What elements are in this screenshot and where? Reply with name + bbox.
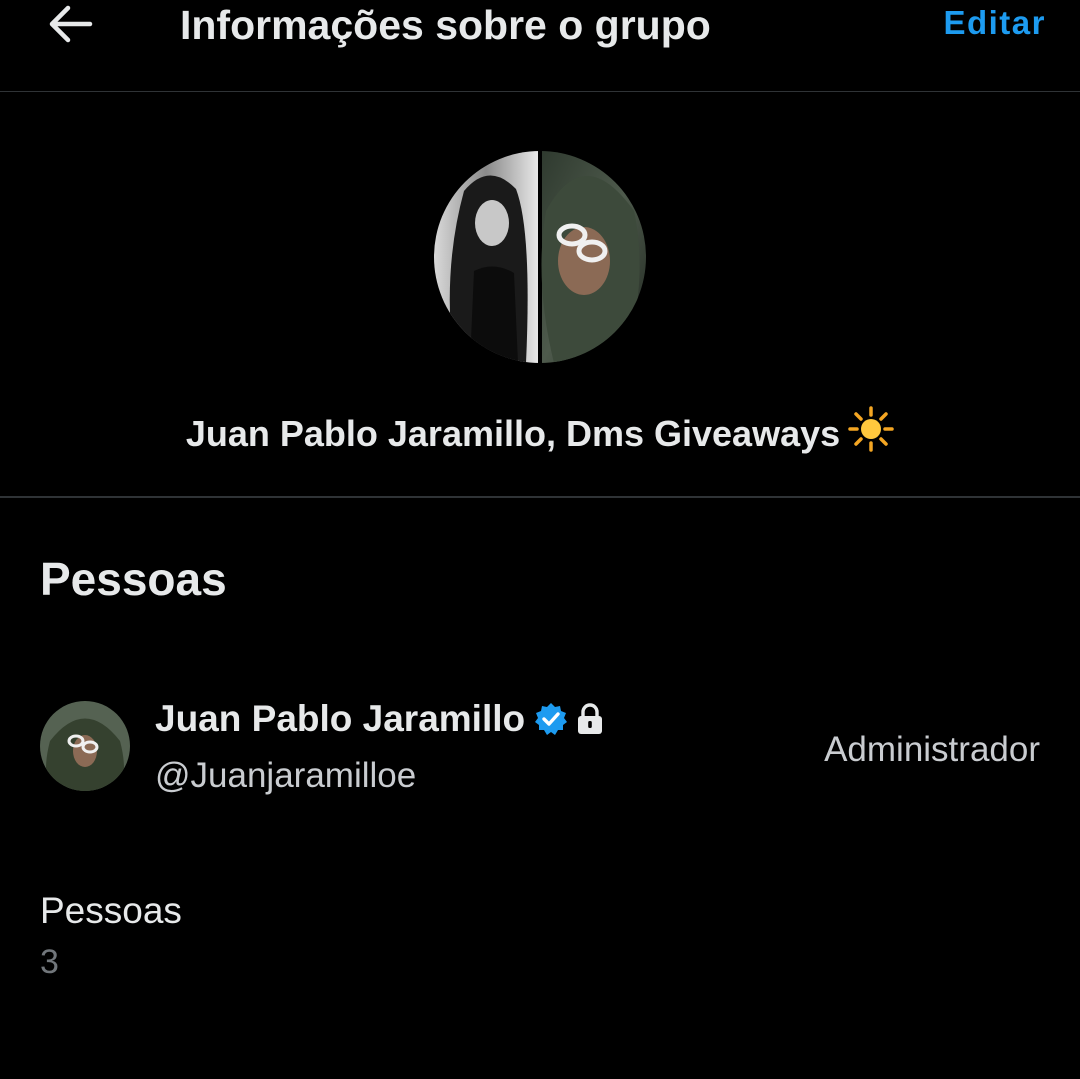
member-list-item[interactable]: Juan Pablo Jaramillo @Juanjaramilloe Adm… — [0, 690, 1080, 810]
people-count-label: Pessoas — [40, 890, 182, 931]
verified-badge-icon — [533, 701, 569, 737]
people-count-value: 3 — [40, 943, 59, 981]
group-avatar[interactable] — [434, 151, 646, 363]
avatar[interactable] — [40, 701, 130, 791]
member-handle: @Juanjaramilloe — [155, 756, 417, 795]
back-button[interactable] — [38, 0, 102, 48]
member-name: Juan Pablo Jaramillo — [155, 698, 526, 739]
arrow-left-icon — [49, 5, 93, 43]
page-title: Informações sobre o grupo — [180, 2, 711, 48]
group-name-text: Juan Pablo Jaramillo, Dms Giveaways — [185, 413, 841, 454]
member-name-line: Juan Pablo Jaramillo — [155, 698, 605, 740]
group-name: Juan Pablo Jaramillo, Dms Giveaways — [0, 406, 1080, 461]
group-avatar-photo — [434, 151, 646, 363]
top-app-bar: Informações sobre o grupo Editar — [0, 0, 1080, 92]
lock-icon — [575, 703, 605, 735]
people-section-heading: Pessoas — [40, 553, 227, 605]
member-role-label: Administrador — [824, 730, 1040, 769]
sun-emoji-icon — [848, 406, 894, 461]
group-summary: Juan Pablo Jaramillo, Dms Giveaways — [0, 92, 1080, 498]
edit-button[interactable]: Editar — [943, 4, 1046, 42]
member-avatar-photo — [40, 701, 130, 791]
